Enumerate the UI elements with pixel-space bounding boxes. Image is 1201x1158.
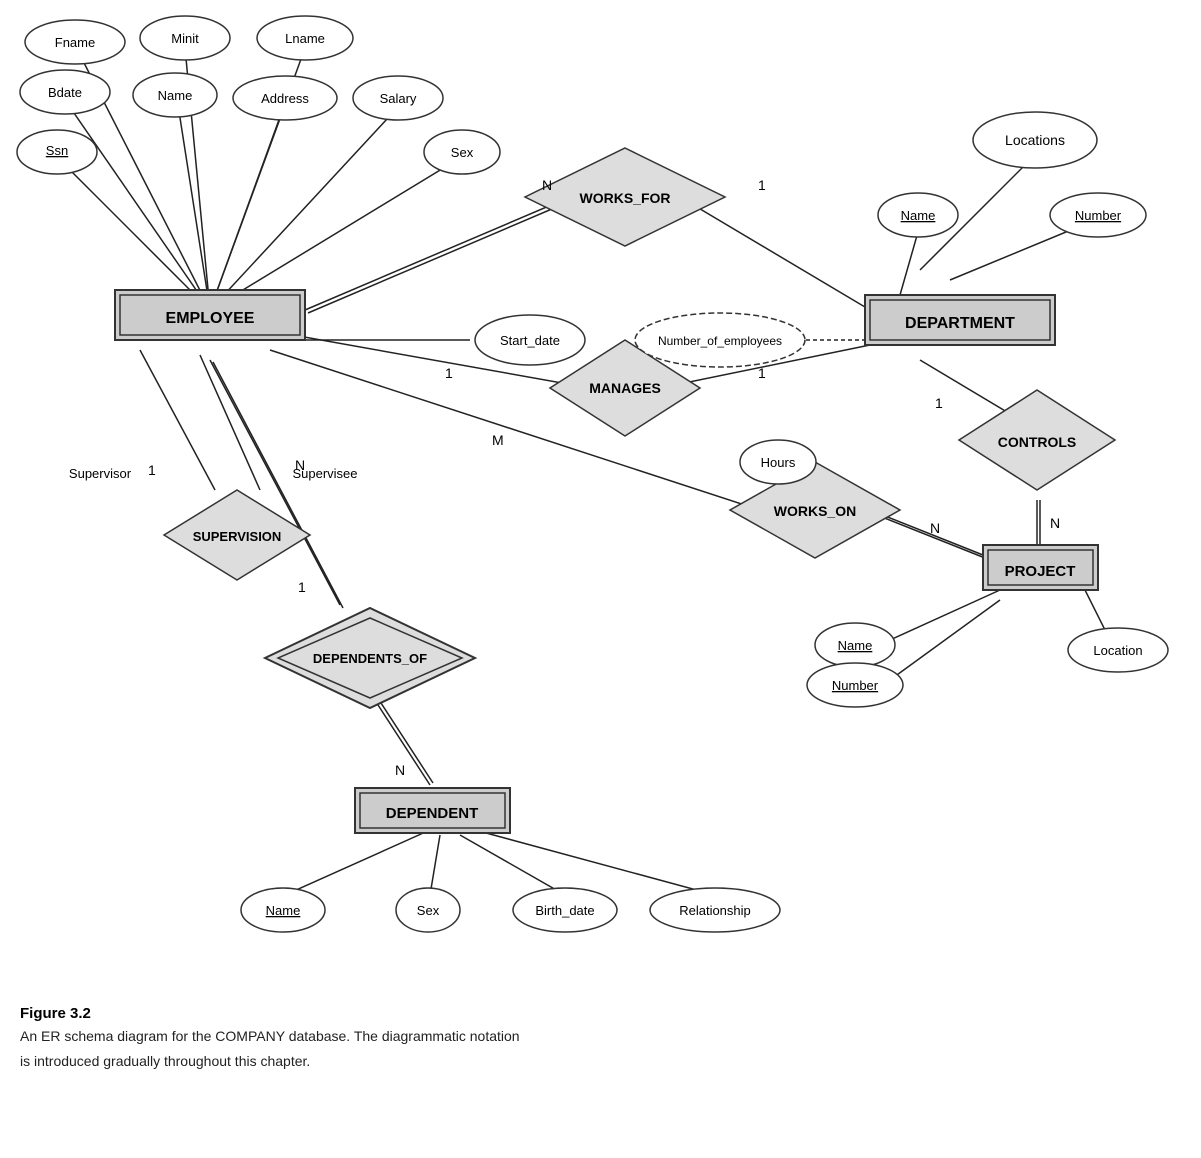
- manages-label: MANAGES: [589, 380, 661, 396]
- proj-number-attr: Number: [832, 678, 879, 693]
- supervision-n: N: [295, 457, 305, 473]
- manages-1-emp: 1: [445, 365, 453, 381]
- dep-name-attr: Name: [266, 903, 301, 918]
- project-label: PROJECT: [1005, 563, 1076, 580]
- emp-sex-attr: Sex: [451, 145, 474, 160]
- employee-label: EMPLOYEE: [166, 310, 255, 327]
- controls-label: CONTROLS: [998, 434, 1077, 450]
- ssn-attr: Ssn: [46, 143, 68, 158]
- manages-1-dept: 1: [758, 365, 766, 381]
- dep-sex-attr: Sex: [417, 903, 440, 918]
- supervisor-label: Supervisor: [69, 466, 132, 481]
- minit-attr: Minit: [171, 31, 199, 46]
- num-employees-attr: Number_of_employees: [658, 334, 782, 348]
- proj-name-attr: Name: [838, 638, 873, 653]
- location-attr: Location: [1093, 643, 1142, 658]
- works-on-label: WORKS_ON: [774, 503, 856, 519]
- dept-name-attr: Name: [901, 208, 936, 223]
- dependents-of-1: 1: [298, 579, 306, 595]
- figure-caption: Figure 3.2 An ER schema diagram for the …: [20, 1005, 520, 1072]
- locations-attr: Locations: [1005, 132, 1065, 148]
- works-for-1: 1: [758, 177, 766, 193]
- supervision-label: SUPERVISION: [193, 529, 282, 544]
- department-label: DEPARTMENT: [905, 315, 1015, 332]
- figure-title: Figure 3.2: [20, 1005, 520, 1022]
- works-on-n: N: [930, 520, 940, 536]
- works-on-m: M: [492, 432, 504, 448]
- bdate-attr: Bdate: [48, 85, 82, 100]
- start-date-attr: Start_date: [500, 333, 560, 348]
- salary-attr: Salary: [380, 91, 417, 106]
- dept-number-attr: Number: [1075, 208, 1122, 223]
- address-attr: Address: [261, 91, 309, 106]
- works-for-n: N: [542, 177, 552, 193]
- caption-line2: is introduced gradually throughout this …: [20, 1051, 520, 1072]
- dependents-of-label: DEPENDENTS_OF: [313, 651, 427, 666]
- dependent-label: DEPENDENT: [386, 805, 479, 822]
- fname-attr: Fname: [55, 35, 95, 50]
- birth-date-attr: Birth_date: [535, 903, 594, 918]
- controls-n: N: [1050, 515, 1060, 531]
- dependents-of-n: N: [395, 762, 405, 778]
- lname-attr: Lname: [285, 31, 325, 46]
- caption-line1: An ER schema diagram for the COMPANY dat…: [20, 1026, 520, 1047]
- supervision-1: 1: [148, 462, 156, 478]
- emp-name-attr: Name: [158, 88, 193, 103]
- works-for-label: WORKS_FOR: [580, 190, 671, 206]
- relationship-attr: Relationship: [679, 903, 751, 918]
- controls-1: 1: [935, 395, 943, 411]
- hours-attr: Hours: [761, 455, 796, 470]
